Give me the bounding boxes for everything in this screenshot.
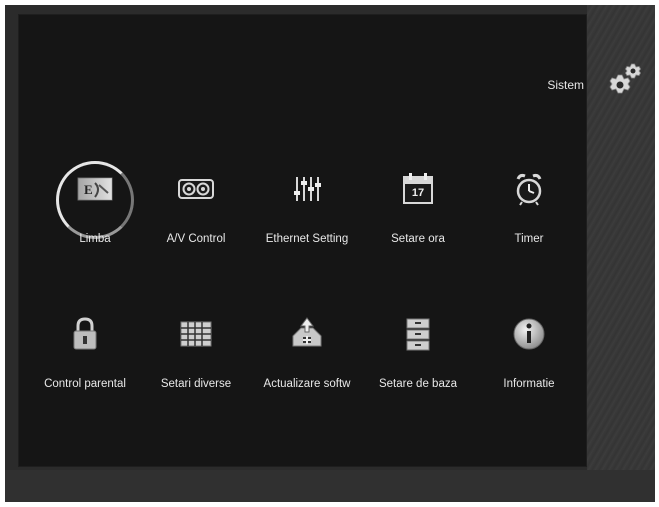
calendar-day: 17: [411, 187, 425, 199]
menu-item-informatie[interactable]: Informatie: [474, 314, 584, 404]
language-flag-icon: E: [75, 169, 115, 209]
menu-item-label: Setari diverse: [160, 378, 232, 390]
alarm-clock-icon: [509, 169, 549, 209]
av-connector-icon: [176, 169, 216, 209]
menu-item-setare-de-baza[interactable]: Setare de baza: [363, 314, 473, 404]
software-upgrade-icon: [287, 314, 327, 354]
grid-panel-icon: [176, 314, 216, 354]
storage-drawers-icon: [398, 314, 438, 354]
menu-item-label: Actualizare softw: [263, 378, 351, 390]
menu-item-setare-ora[interactable]: 17 Setare ora: [363, 169, 473, 259]
svg-text:E: E: [84, 182, 93, 197]
gears-icon: [603, 57, 647, 101]
menu-item-label: Setare ora: [391, 233, 445, 245]
equalizer-sliders-icon: [287, 169, 327, 209]
menu-item-ethernet-setting[interactable]: Ethernet Setting: [252, 169, 362, 259]
menu-item-label: Limba: [79, 233, 111, 245]
menu-item-label: Control parental: [44, 378, 126, 390]
menu-item-label: Setare de baza: [378, 378, 457, 390]
padlock-icon: [65, 314, 105, 354]
menu-item-label: Informatie: [503, 378, 555, 390]
tv-screen: Sistem E Limba A/V Control Ethernet Sett…: [5, 5, 655, 502]
menu-item-timer[interactable]: Timer: [474, 169, 584, 259]
menu-item-control-parental[interactable]: Control parental: [30, 314, 140, 404]
menu-item-label: A/V Control: [166, 233, 226, 245]
menu-item-actualizare-softw[interactable]: Actualizare softw: [252, 314, 362, 404]
menu-item-limba[interactable]: E Limba: [40, 169, 150, 259]
menu-item-label: Ethernet Setting: [265, 233, 349, 245]
menu-item-label: Timer: [514, 233, 544, 245]
system-menu-panel: Sistem E Limba A/V Control Ethernet Sett…: [18, 14, 587, 467]
bottom-bar: [5, 470, 655, 502]
menu-item-setari-diverse[interactable]: Setari diverse: [141, 314, 251, 404]
calendar-icon: 17: [398, 169, 438, 209]
menu-title: Sistem: [547, 78, 584, 92]
menu-item-av-control[interactable]: A/V Control: [141, 169, 251, 259]
info-disc-icon: [509, 314, 549, 354]
